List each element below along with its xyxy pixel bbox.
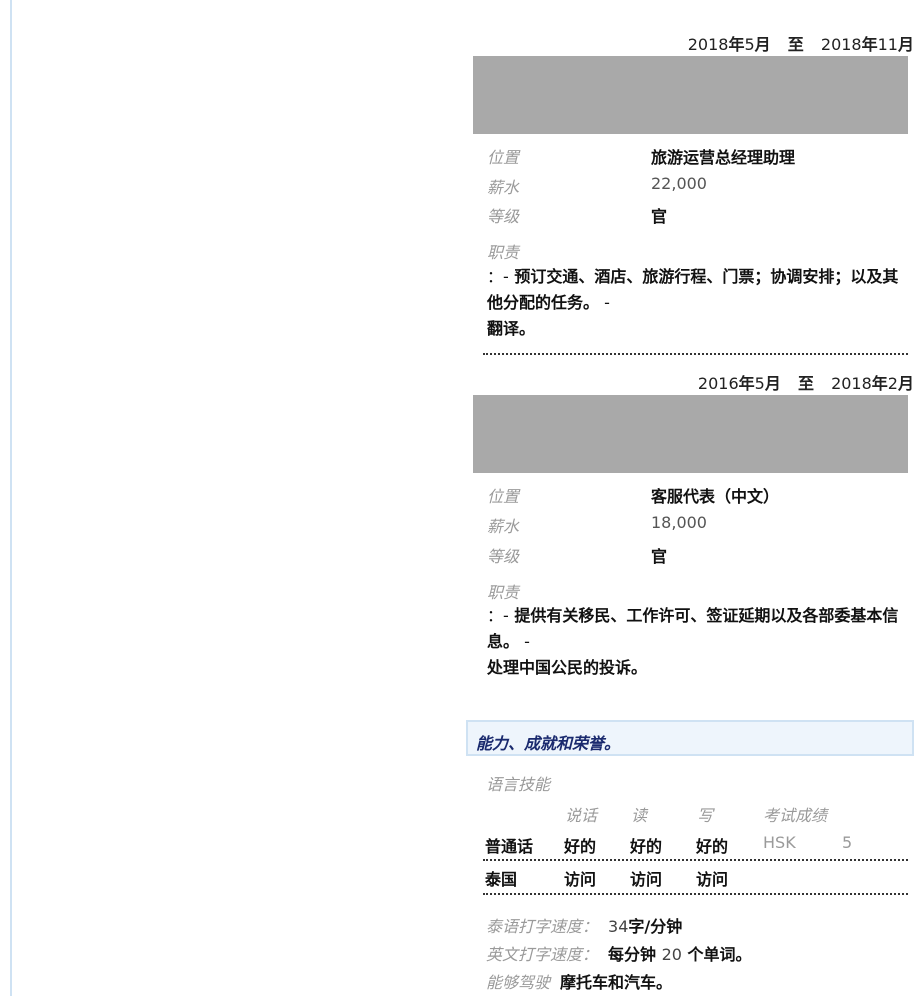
job-1-start-month-char: 月 xyxy=(754,35,771,54)
job-2-position-row: 位置 客服代表（中文） xyxy=(487,483,907,506)
job-2-salary-row: 薪水 18,000 xyxy=(487,513,907,536)
job-1-salary-value: 22,000 xyxy=(651,174,707,193)
lang-header-read: 读 xyxy=(631,806,648,825)
job-2-start-year: 2016 xyxy=(697,374,739,393)
job-1-start-year-char: 年 xyxy=(728,35,745,54)
job-2-end-month-char: 月 xyxy=(897,374,914,393)
lang-row-1-score: 5 xyxy=(842,833,853,852)
lang-header-write: 写 xyxy=(697,806,714,825)
thai-typing-number: 34 xyxy=(608,917,629,936)
english-typing-prefix: 每分钟 xyxy=(608,945,657,964)
job-1-duty-lead: ：- xyxy=(487,267,509,286)
job-1-duty-text: ：- 预订交通、酒店、旅游行程、门票；协调安排；以及其他分配的任务。 - 翻译。 xyxy=(487,264,903,342)
job-2-date-separator: 至 xyxy=(797,374,814,393)
lang-row-1-exam: HSK xyxy=(763,833,796,852)
english-typing-label: 英文打字速度： xyxy=(486,945,599,964)
job-2-start-month-char: 月 xyxy=(764,374,781,393)
job-2-position-label: 位置 xyxy=(487,487,520,506)
job-1-duty-label: 职责 xyxy=(487,243,520,262)
job-2-redacted-block xyxy=(473,395,908,473)
lang-row-1-read: 好的 xyxy=(630,837,663,856)
job-1-end-year-char: 年 xyxy=(861,35,878,54)
job-2-salary-label: 薪水 xyxy=(487,517,520,536)
driving-row: 能够驾驶 摩托车和汽车。 xyxy=(486,969,672,993)
language-skills-label: 语言技能 xyxy=(486,775,551,794)
job-2-start-month: 5 xyxy=(754,374,765,393)
lang-row-divider-2 xyxy=(483,893,908,895)
job-1-position-row: 位置 旅游运营总经理助理 xyxy=(487,144,907,167)
job-2-start-year-char: 年 xyxy=(738,374,755,393)
driving-label: 能够驾驶 xyxy=(486,973,551,992)
job-2-duty-dash: - xyxy=(519,632,530,651)
job-1-start-year: 2018 xyxy=(687,35,729,54)
job-1-level-label: 等级 xyxy=(487,207,520,226)
lang-row-divider-1 xyxy=(483,859,908,861)
job-2-end-year-char: 年 xyxy=(871,374,888,393)
english-typing-suffix: 个单词。 xyxy=(687,945,752,964)
job-2-end-year: 2018 xyxy=(831,374,872,393)
job-1-date-range: 2018年5月 至 2018年11月 xyxy=(688,31,914,55)
job-2-duty-line-1: 提供有关移民、工作许可、签证延期以及各部委基本信息。 xyxy=(487,606,899,651)
job-2-level-value: 官 xyxy=(651,547,668,566)
job-1-salary-row: 薪水 22,000 xyxy=(487,174,907,197)
lang-row-2-speak: 访问 xyxy=(564,870,597,889)
left-border-rule xyxy=(10,0,12,996)
job-1-start-month: 5 xyxy=(744,35,755,54)
job-2-duty-line-2: 处理中国公民的投诉。 xyxy=(487,658,648,677)
thai-typing-row: 泰语打字速度： 34字/分钟 xyxy=(486,913,682,937)
job-1-position-label: 位置 xyxy=(487,148,520,167)
job-1-redacted-block xyxy=(473,56,908,134)
job-2-duty-text: ：- 提供有关移民、工作许可、签证延期以及各部委基本信息。 - 处理中国公民的投… xyxy=(487,603,903,681)
skills-section-header: 能力、成就和荣誉。 xyxy=(466,720,914,756)
lang-row-1-write: 好的 xyxy=(696,837,729,856)
skills-section-title: 能力、成就和荣誉。 xyxy=(476,734,621,753)
job-2-position-value: 客服代表（中文） xyxy=(651,487,780,506)
job-2-level-label: 等级 xyxy=(487,547,520,566)
lang-row-1-speak: 好的 xyxy=(564,837,597,856)
job-2-salary-value: 18,000 xyxy=(651,513,707,532)
thai-typing-unit: 字/分钟 xyxy=(628,917,683,936)
english-typing-row: 英文打字速度： 每分钟 20 个单词。 xyxy=(486,941,752,965)
job-1-salary-label: 薪水 xyxy=(487,178,520,197)
job-1-end-year: 2018 xyxy=(820,35,862,54)
lang-row-1-name: 普通话 xyxy=(485,837,534,856)
job-2-duty-lead: ：- xyxy=(487,606,509,625)
driving-value: 摩托车和汽车。 xyxy=(560,973,673,992)
job-1-end-month-char: 月 xyxy=(897,35,914,54)
job-1-level-row: 等级 官 xyxy=(487,203,907,226)
job-1-divider xyxy=(483,353,908,355)
job-1-duty-line-1: 预订交通、酒店、旅游行程、门票；协调安排；以及其他分配的任务。 xyxy=(487,267,899,312)
job-2-date-range: 2016年5月 至 2018年2月 xyxy=(698,370,914,394)
lang-row-2-write: 访问 xyxy=(696,870,729,889)
job-1-position-value: 旅游运营总经理助理 xyxy=(651,148,796,167)
job-1-level-value: 官 xyxy=(651,207,668,226)
job-2-end-month: 2 xyxy=(887,374,898,393)
job-1-date-separator: 至 xyxy=(787,35,804,54)
job-1-end-month: 11 xyxy=(877,35,898,54)
job-1-duty-line-2: 翻译。 xyxy=(487,319,536,338)
lang-row-2-read: 访问 xyxy=(630,870,663,889)
job-2-level-row: 等级 官 xyxy=(487,543,907,566)
job-1-duty-dash: - xyxy=(599,293,610,312)
lang-row-2-name: 泰国 xyxy=(485,870,518,889)
english-typing-number: 20 xyxy=(661,945,682,964)
job-2-duty-label: 职责 xyxy=(487,583,520,602)
lang-header-speak: 说话 xyxy=(565,806,598,825)
lang-header-exam: 考试成绩 xyxy=(763,806,828,825)
thai-typing-label: 泰语打字速度： xyxy=(486,917,599,936)
